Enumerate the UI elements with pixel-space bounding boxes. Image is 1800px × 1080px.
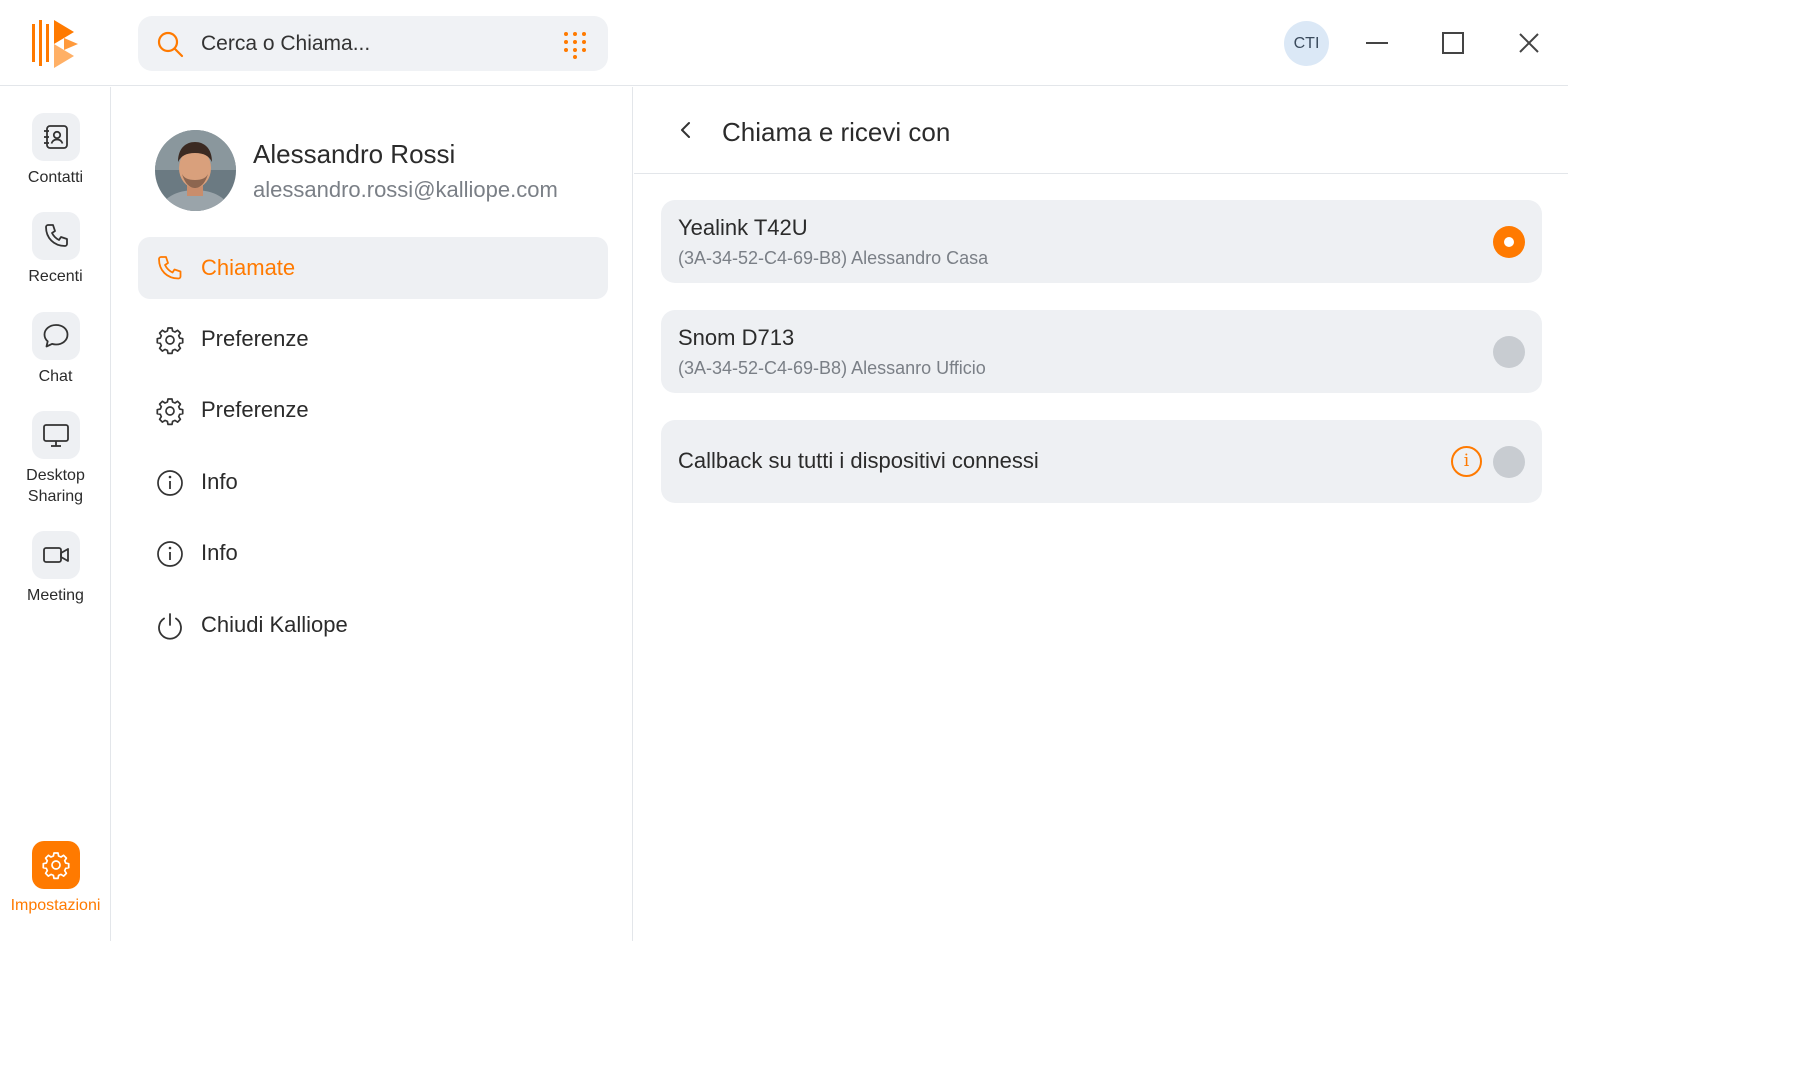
menu-item-info[interactable]: Info	[138, 451, 608, 513]
monitor-icon	[42, 424, 69, 447]
device-panel: Chiama e ricevi con Yealink T42U (3A-34-…	[634, 87, 1568, 941]
avatar	[155, 130, 236, 211]
menu-item-label: Preferenze	[201, 326, 309, 351]
device-option-yealink[interactable]: Yealink T42U (3A-34-52-C4-69-B8) Alessan…	[661, 200, 1542, 283]
left-rail: Contatti Recenti Chat Desktop Sharing Me…	[0, 87, 111, 941]
search-icon	[157, 31, 184, 58]
rail-label: Meeting	[27, 587, 84, 604]
menu-item-preferenze-2[interactable]: Preferenze	[138, 379, 608, 441]
rail-item-impostazioni[interactable]: Impostazioni	[0, 841, 111, 916]
panel-title: Chiama e ricevi con	[722, 117, 951, 147]
maximize-icon[interactable]	[1438, 28, 1468, 58]
power-icon	[158, 613, 182, 640]
close-icon[interactable]	[1514, 28, 1544, 58]
menu-item-preferenze[interactable]: Preferenze	[138, 308, 608, 370]
rail-label: Chat	[38, 368, 73, 385]
contacts-icon	[43, 125, 68, 149]
phone-icon	[44, 224, 68, 247]
device-name: Snom D713	[678, 325, 795, 350]
rail-label: Contatti	[27, 169, 84, 186]
rail-item-contatti[interactable]: Contatti	[0, 113, 111, 188]
callback-option[interactable]: Callback su tutti i dispositivi connessi…	[661, 420, 1542, 503]
menu-item-label: Preferenze	[201, 397, 309, 422]
device-name: Yealink T42U	[678, 215, 808, 240]
search-bar[interactable]: Cerca o Chiama...	[138, 16, 608, 71]
chevron-left-icon[interactable]	[672, 116, 700, 144]
dialpad-icon[interactable]	[560, 29, 590, 59]
radio-button[interactable]	[1493, 336, 1525, 368]
menu-item-info-2[interactable]: Info	[138, 522, 608, 584]
rail-item-desktop-sharing[interactable]: Desktop Sharing	[0, 411, 111, 507]
minimize-icon[interactable]	[1362, 28, 1392, 58]
gear-icon	[156, 398, 184, 426]
device-detail: (3A-34-52-C4-69-B8) Alessanro Ufficio	[678, 358, 986, 378]
rail-item-recenti[interactable]: Recenti	[0, 212, 111, 287]
rail-label: Desktop Sharing	[26, 467, 85, 505]
phone-icon	[158, 256, 182, 280]
panel-header: Chiama e ricevi con	[634, 87, 1568, 174]
rail-label: Recenti	[28, 268, 83, 285]
callback-label: Callback su tutti i dispositivi connessi	[678, 448, 1039, 473]
rail-item-meeting[interactable]: Meeting	[0, 531, 111, 606]
settings-menu-panel: Alessandro Rossi alessandro.rossi@kallio…	[112, 87, 633, 941]
menu-item-chiamate[interactable]: Chiamate	[138, 237, 608, 299]
rail-label: Impostazioni	[10, 897, 101, 914]
menu-item-label: Info	[201, 540, 238, 565]
kalliope-logo	[32, 20, 78, 68]
menu-item-label: Chiudi Kalliope	[201, 612, 348, 637]
device-detail: (3A-34-52-C4-69-B8) Alessandro Casa	[678, 248, 989, 268]
search-input[interactable]: Cerca o Chiama...	[201, 32, 370, 56]
radio-button[interactable]	[1493, 446, 1525, 478]
menu-item-label: Info	[201, 469, 238, 494]
video-camera-icon	[42, 547, 69, 563]
top-bar: Cerca o Chiama... CTI	[0, 0, 1568, 86]
device-option-snom[interactable]: Snom D713 (3A-34-52-C4-69-B8) Alessanro …	[661, 310, 1542, 393]
rail-item-chat[interactable]: Chat	[0, 312, 111, 387]
gear-icon	[156, 327, 184, 355]
info-icon[interactable]: i	[1451, 446, 1482, 477]
info-icon	[157, 541, 183, 567]
cti-badge[interactable]: CTI	[1284, 21, 1329, 66]
chat-bubble-icon	[43, 324, 68, 348]
radio-button-selected[interactable]	[1493, 226, 1525, 258]
info-icon	[157, 470, 183, 496]
menu-item-chiudi-kalliope[interactable]: Chiudi Kalliope	[138, 594, 608, 656]
menu-item-label: Chiamate	[201, 255, 296, 280]
profile-name: Alessandro Rossi	[253, 139, 456, 169]
gear-icon	[41, 852, 70, 880]
profile-email: alessandro.rossi@kalliope.com	[253, 177, 558, 202]
